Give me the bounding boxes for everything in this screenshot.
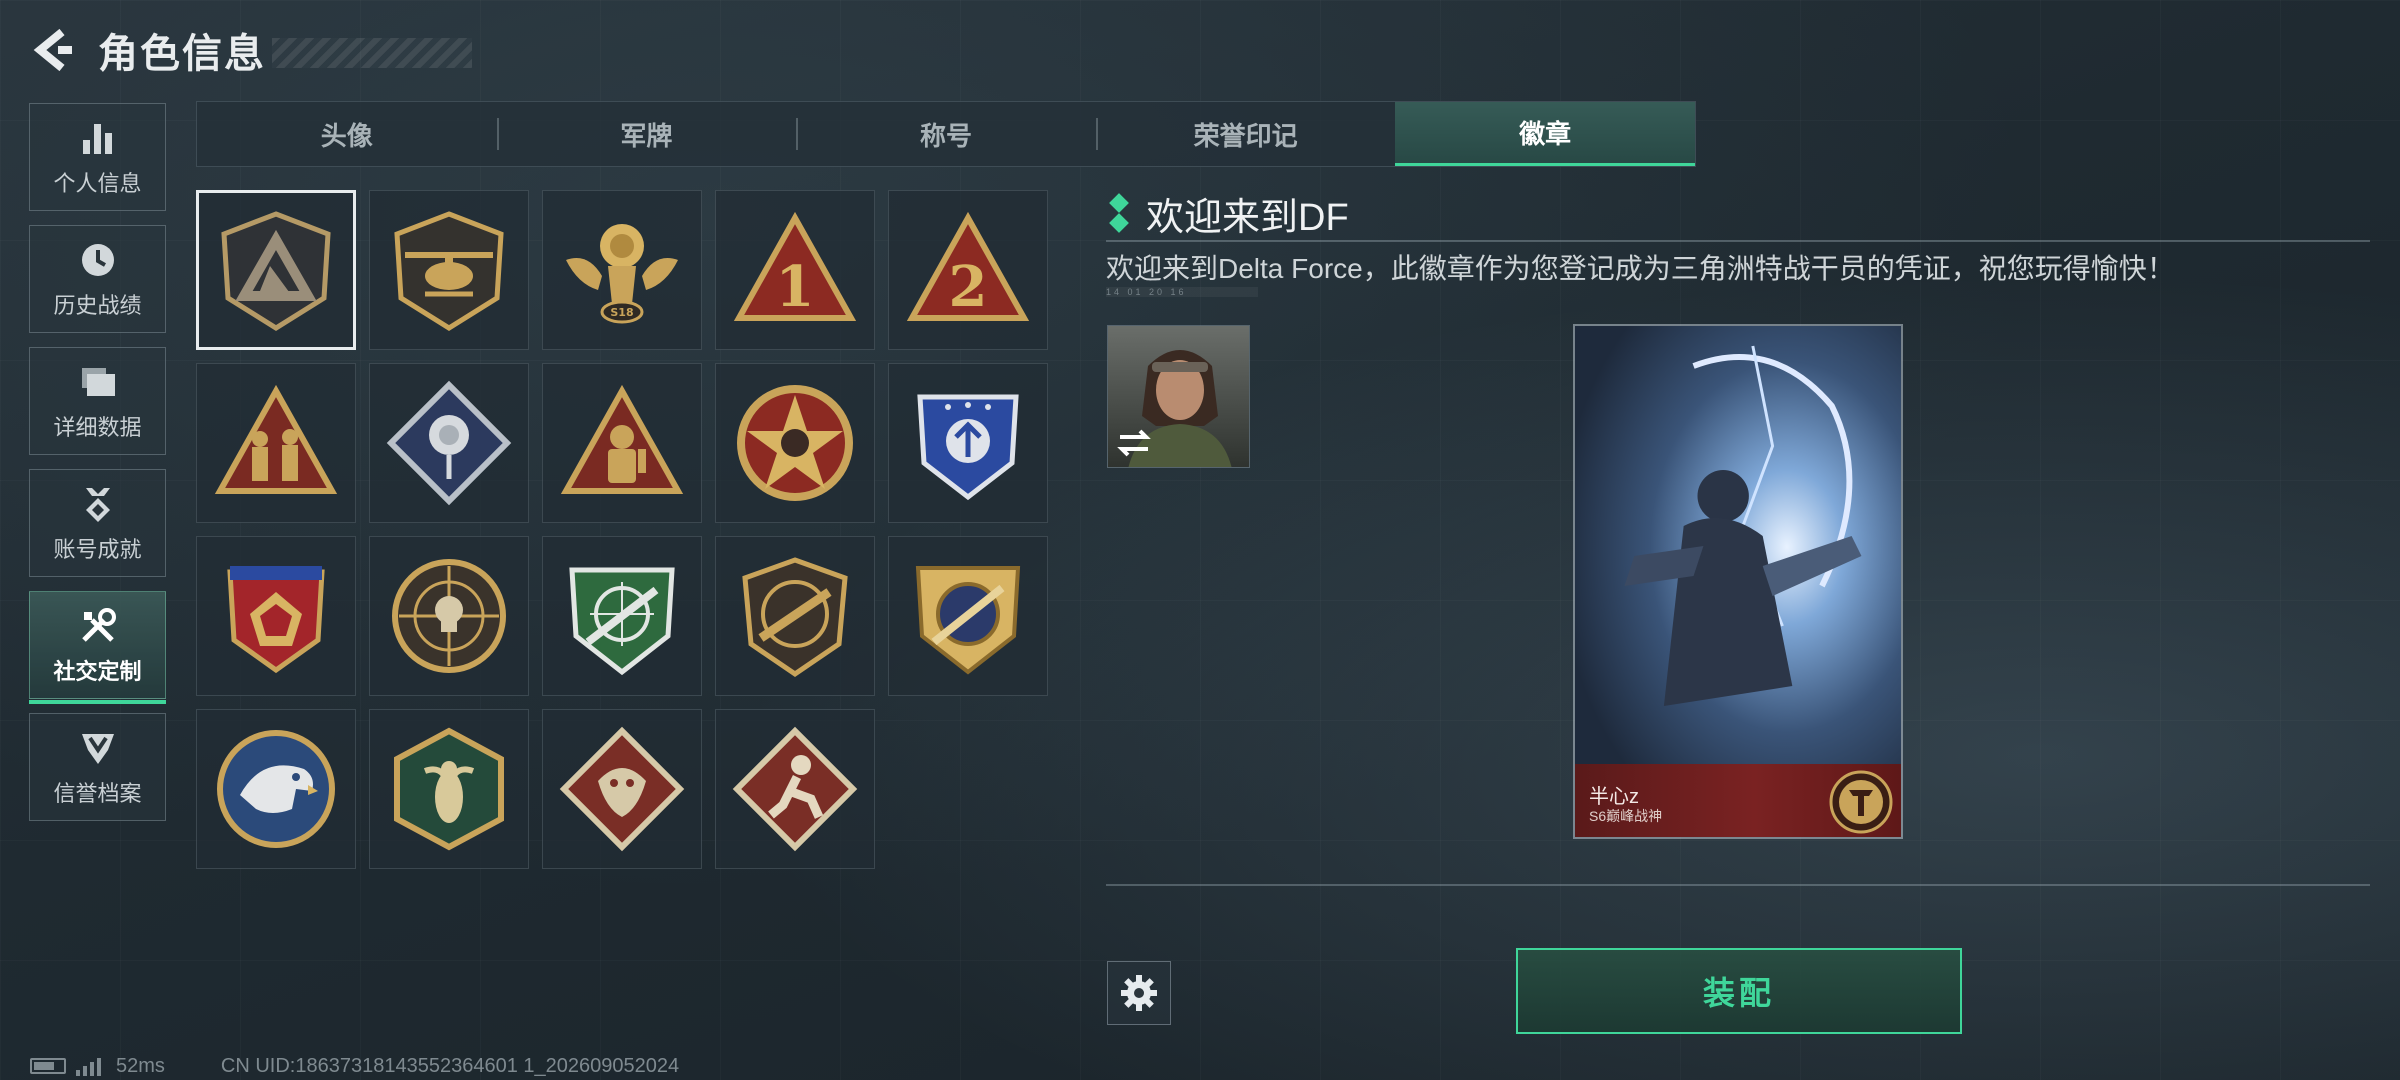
diver-triangle-badge-icon <box>560 384 684 494</box>
star-skull-badge-icon <box>737 385 853 501</box>
wasp-hex-badge-icon <box>394 727 504 851</box>
badge-cell[interactable] <box>542 363 702 523</box>
category-tabs: 头像 军牌 称号 荣誉印记 徽章 <box>196 101 1696 167</box>
runner-diamond-badge-icon <box>732 726 858 852</box>
page-title: 角色信息 <box>98 32 266 76</box>
rifle-round-badge-icon <box>742 557 848 678</box>
sidebar-item-label: 详细数据 <box>53 415 142 440</box>
badge-cell[interactable] <box>196 363 356 523</box>
reputation-icon <box>76 726 120 770</box>
number-1-triangle-badge-icon: 1 <box>733 211 857 321</box>
equip-button[interactable]: 装配 <box>1516 948 1962 1034</box>
player-card-footer: 半心z S6巅峰战神 <box>1575 764 1901 837</box>
badge-cell[interactable]: 1 <box>715 190 875 350</box>
badge-cell[interactable] <box>369 363 529 523</box>
sidebar-item-label: 账号成就 <box>53 537 142 562</box>
badge-cell[interactable] <box>888 536 1048 696</box>
user-uid: CN UID:18637318143552364601 1_2026090520… <box>220 1054 680 1077</box>
divider <box>1106 240 2370 242</box>
badge-cell[interactable] <box>715 363 875 523</box>
sidebar-item-social-custom[interactable]: 社交定制 <box>29 591 166 704</box>
badge-cell[interactable] <box>542 709 702 869</box>
sidebar-item-achievements[interactable]: 账号成就 <box>29 469 166 577</box>
tab-honor-mark[interactable]: 荣誉印记 <box>1095 102 1396 166</box>
blue-wing-shield-badge-icon <box>917 394 1019 501</box>
tab-title[interactable]: 称号 <box>796 102 1096 166</box>
sidebar-item-label: 个人信息 <box>53 171 142 196</box>
sidebar: 个人信息 历史战绩 详细数据 账号成就 社交定制 信誉档案 <box>29 103 166 835</box>
title-marker-icon <box>1109 193 1129 233</box>
header: 角色信息 <box>28 22 472 78</box>
sidebar-item-reputation[interactable]: 信誉档案 <box>29 713 166 821</box>
badge-cell[interactable] <box>196 709 356 869</box>
badge-cell[interactable] <box>369 190 529 350</box>
clock-icon <box>76 238 120 282</box>
achievement-icon <box>76 482 120 526</box>
operator-portrait[interactable] <box>1107 325 1250 468</box>
gear-icon <box>1121 975 1157 1011</box>
helicopter-badge-icon <box>394 211 504 331</box>
badge-cell[interactable] <box>542 536 702 696</box>
badge-cell[interactable]: S18 <box>542 190 702 350</box>
badge-detail-title: 欢迎来到DF <box>1109 190 1349 239</box>
badge-cell[interactable] <box>715 709 875 869</box>
badge-name: 欢迎来到DF <box>1146 196 1349 239</box>
status-bar: 52ms CN UID:18637318143552364601 1_20260… <box>30 1054 679 1078</box>
badge-subtext: 14 01 20 16 <box>1106 287 1258 297</box>
equip-button-label: 装配 <box>1702 975 1775 1011</box>
tab-avatar[interactable]: 头像 <box>197 102 497 166</box>
eagle-round-badge-icon <box>217 730 335 848</box>
battery-icon <box>30 1058 66 1074</box>
rank-emblem-icon <box>1829 770 1893 834</box>
badge-cell[interactable] <box>196 536 356 696</box>
green-rifle-shield-badge-icon <box>569 567 675 676</box>
player-card-art <box>1575 326 1901 768</box>
crosshair-skull-badge-icon <box>392 559 506 673</box>
player-rank: S6巅峰战神 <box>1589 808 1663 824</box>
bar-chart-icon <box>76 116 120 160</box>
signal-icon <box>76 1056 104 1076</box>
player-name: 半心z <box>1589 786 1639 808</box>
badge-cell[interactable] <box>715 536 875 696</box>
svg-text:S18: S18 <box>610 306 633 319</box>
sidebar-item-label: 历史战绩 <box>53 293 142 318</box>
red-crest-badge-icon <box>227 566 325 674</box>
badge-cell[interactable] <box>369 709 529 869</box>
sidebar-item-match-history[interactable]: 历史战绩 <box>29 225 166 333</box>
sidebar-item-personal-info[interactable]: 个人信息 <box>29 103 166 211</box>
soldiers-triangle-badge-icon <box>214 384 338 494</box>
delta-shield-badge-icon <box>221 211 331 331</box>
badge-cell[interactable]: 2 <box>888 190 1048 350</box>
tab-dog-tag[interactable]: 军牌 <box>496 102 797 166</box>
svg-text:2: 2 <box>949 254 988 320</box>
back-button[interactable] <box>28 26 76 74</box>
settings-button[interactable] <box>1107 961 1171 1025</box>
badge-cell[interactable] <box>369 536 529 696</box>
dragon-diamond-badge-icon <box>559 726 685 852</box>
badge-cell[interactable] <box>196 190 356 350</box>
badge-grid: S18 1 2 <box>196 190 1048 869</box>
player-card: 半心z S6巅峰战神 <box>1573 324 1903 839</box>
sidebar-item-detailed-data[interactable]: 详细数据 <box>29 347 166 455</box>
badge-cell[interactable] <box>888 363 1048 523</box>
gold-rifle-shield-badge-icon <box>915 566 1021 675</box>
s18-winged-badge-icon: S18 <box>566 224 678 324</box>
svg-text:1: 1 <box>776 254 815 320</box>
sidebar-item-label: 信誉档案 <box>53 781 142 806</box>
badge-description: 欢迎来到Delta Force，此徽章作为您登记成为三角洲特战干员的凭证，祝您玩… <box>1106 253 2175 284</box>
tools-icon <box>76 604 120 648</box>
folder-icon <box>76 360 120 404</box>
divider <box>1106 884 2370 886</box>
title-decoration <box>272 38 472 68</box>
rose-diamond-badge-icon <box>386 380 512 506</box>
ping-value: 52ms <box>116 1054 165 1077</box>
sidebar-item-label: 社交定制 <box>53 659 142 684</box>
number-2-triangle-badge-icon: 2 <box>906 211 1030 321</box>
swap-icon <box>1117 429 1151 457</box>
tab-badge[interactable]: 徽章 <box>1395 102 1695 166</box>
back-arrow-icon <box>33 28 72 72</box>
